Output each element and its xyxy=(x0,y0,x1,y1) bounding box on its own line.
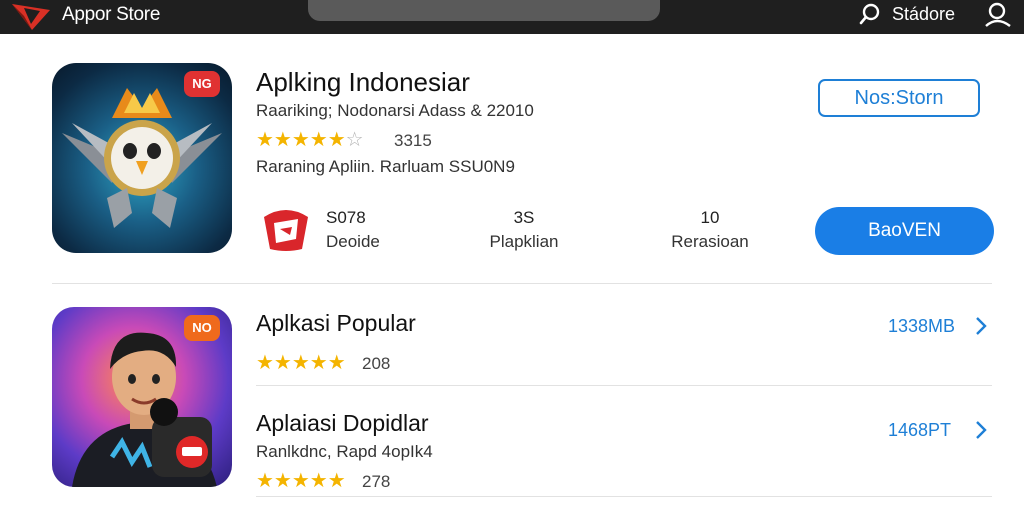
featured-title[interactable]: Aplking Indonesiar xyxy=(256,67,470,98)
popular-item-rating-count: 278 xyxy=(362,472,391,491)
empty-star-icon: ☆ xyxy=(345,129,364,151)
developer-logo-icon[interactable] xyxy=(258,203,314,255)
stat-label: Plapklian xyxy=(489,232,559,251)
featured-subtitle: Raariking; Nodonarsi Adass & 22010 xyxy=(256,101,534,120)
row-divider xyxy=(256,496,992,497)
popular-app-icon[interactable]: NO xyxy=(52,307,232,487)
popular-item-title[interactable]: Aplaiasi Dopidlar xyxy=(256,410,429,437)
primary-action-button[interactable]: BaoVEN xyxy=(815,207,994,255)
store-logo-icon[interactable] xyxy=(10,2,54,32)
popular-item-size-link[interactable]: 1468PT xyxy=(888,420,951,441)
featured-star-rating: ★★★★★☆ xyxy=(256,129,364,151)
popular-item-size-link[interactable]: 1338MB xyxy=(888,316,955,337)
stat-value: S078 xyxy=(326,208,366,227)
stat-label: Rerasioan xyxy=(671,232,749,251)
featured-description: Raraning Apliin. Rarluam SSU0N9 xyxy=(256,157,515,176)
popular-badge: NO xyxy=(184,315,220,341)
section-divider xyxy=(52,283,992,284)
featured-app-icon[interactable]: NG xyxy=(52,63,232,253)
popular-item-rating-count: 208 xyxy=(362,354,391,373)
chevron-right-icon[interactable] xyxy=(974,420,988,440)
user-icon[interactable] xyxy=(984,1,1012,27)
stat-value: 3S xyxy=(513,208,535,227)
featured-rating-count: 3315 xyxy=(394,131,432,150)
row-divider xyxy=(256,385,992,386)
app-title: Appor Store xyxy=(62,4,161,25)
popular-item-subtitle: Ranlkdnc, Rapd 4opIk4 xyxy=(256,442,433,461)
chevron-right-icon[interactable] xyxy=(974,316,988,336)
popular-item-star-rating: ★★★★★ xyxy=(256,352,346,374)
top-bar: Appor Store Stádore xyxy=(0,0,1024,34)
search-bar[interactable] xyxy=(308,0,660,21)
outline-store-button[interactable]: Nos:Storn xyxy=(818,79,980,117)
popular-item-star-rating: ★★★★★ xyxy=(256,470,346,492)
featured-badge: NG xyxy=(184,71,220,97)
popular-item-title[interactable]: Aplkasi Popular xyxy=(256,310,416,337)
store-label[interactable]: Stádore xyxy=(892,4,955,25)
stat-value: 10 xyxy=(700,208,720,227)
stat-label: Deoide xyxy=(326,232,380,251)
search-icon[interactable] xyxy=(858,2,882,26)
